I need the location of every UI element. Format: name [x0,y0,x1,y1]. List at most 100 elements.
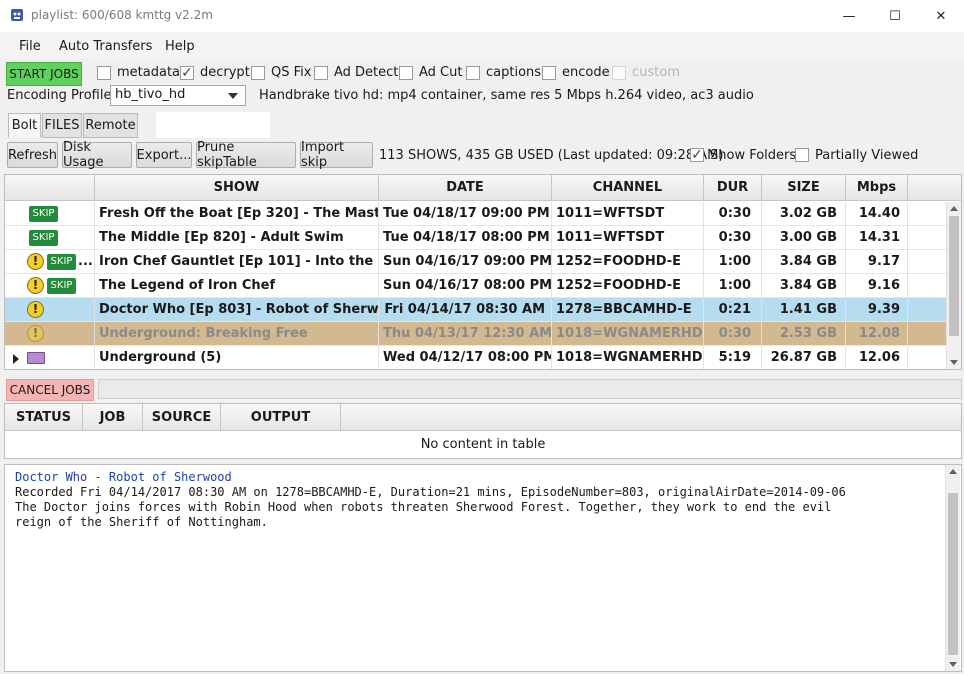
menu-help[interactable]: Help [165,39,195,54]
encode-label: encode [562,65,610,80]
encoding-profile-value: hb_tivo_hd [115,87,186,102]
close-button[interactable]: ✕ [918,0,964,32]
folder-icon [27,352,45,364]
shows-table-scrollbar[interactable] [946,202,961,369]
table-row-selected[interactable]: ! Doctor Who [Ep 803] - Robot of Sherwoo… [5,298,947,322]
checkmark-icon: ✓ [181,65,193,81]
shows-status-text: 113 SHOWS, 435 GB USED (Last updated: 09… [379,148,724,163]
ad-detect-checkbox[interactable] [314,66,328,80]
date-cell: Thu 04/13/17 12:30 AM [379,322,552,346]
duration-cell: 5:19 [704,346,762,369]
table-row[interactable]: ! SKIP The Legend of Iron Chef Sun 04/16… [5,274,947,298]
column-header-date[interactable]: DATE [379,175,552,201]
date-cell: Sun 04/16/17 09:00 PM [379,250,552,274]
table-row[interactable]: ! SKIP ... Iron Chef Gauntlet [Ep 101] -… [5,250,947,274]
column-header-mbps[interactable]: Mbps [846,175,908,201]
column-header-dur[interactable]: DUR [704,175,762,201]
scroll-thumb[interactable] [949,216,959,336]
ad-detect-label: Ad Detect [334,65,399,80]
column-header-show[interactable]: SHOW [95,175,379,201]
duration-cell: 0:30 [704,202,762,226]
partially-viewed-checkbox[interactable] [795,148,809,162]
warning-icon: ! [27,253,44,270]
chevron-down-icon [228,93,238,99]
disk-usage-button[interactable]: Disk Usage [62,140,132,170]
skip-badge: SKIP [29,230,58,246]
shows-table: SHOW DATE CHANNEL DUR SIZE Mbps SKIP Fre… [4,174,962,370]
scroll-up-icon[interactable] [949,469,957,474]
encoding-profile-label: Encoding Profile: [7,88,116,103]
info-textarea-scrollbar[interactable] [945,465,960,671]
date-cell: Tue 04/18/17 09:00 PM [379,202,552,226]
title-bar: playlist: 600/608 kmttg v2.2m — ☐ ✕ [0,0,964,32]
tab-remote[interactable]: Remote [83,113,138,138]
qs-fix-checkbox[interactable] [251,66,265,80]
ad-cut-label: Ad Cut [419,65,463,80]
start-jobs-button[interactable]: START JOBS [6,62,82,86]
scroll-down-icon[interactable] [949,662,957,667]
minimize-button[interactable]: — [826,0,872,32]
show-info-textarea[interactable]: Doctor Who - Robot of Sherwood Recorded … [4,464,962,672]
menu-file[interactable]: File [19,39,41,54]
size-cell: 3.84 GB [762,250,846,274]
encoding-profile-select[interactable]: hb_tivo_hd [110,85,246,106]
show-cell: Doctor Who [Ep 803] - Robot of Sherwood [95,298,379,322]
column-header-channel[interactable]: CHANNEL [552,175,704,201]
maximize-icon: ☐ [889,8,901,24]
column-header-source[interactable]: SOURCE [143,404,221,431]
prune-skiptable-button[interactable]: Prune skipTable [196,140,296,170]
mbps-cell: 12.06 [846,346,908,369]
duration-cell: 1:00 [704,274,762,298]
show-info-title: Doctor Who - Robot of Sherwood [15,470,232,484]
column-header-icons[interactable] [5,175,95,201]
row-icons: SKIP [5,226,95,250]
duration-cell: 0:30 [704,226,762,250]
tab-bolt[interactable]: Bolt [8,113,41,138]
size-cell: 3.84 GB [762,274,846,298]
cancel-jobs-button[interactable]: CANCEL JOBS [6,379,94,401]
mbps-cell: 9.39 [846,298,908,322]
export-button[interactable]: Export... [136,142,192,168]
warning-icon: ! [27,325,44,342]
scroll-down-icon[interactable] [950,360,958,365]
table-row-folder[interactable]: Underground (5) Wed 04/12/17 08:00 PM 10… [5,346,947,369]
row-icons: ! [5,322,95,346]
column-header-output[interactable]: OUTPUT [221,404,341,431]
warning-icon: ! [27,277,44,294]
size-cell: 1.41 GB [762,298,846,322]
show-info-line: The Doctor joins forces with Robin Hood … [15,500,832,514]
tab-strip-blank-area [156,112,270,138]
encode-checkbox[interactable] [542,66,556,80]
import-skip-button[interactable]: Import skip [300,140,373,170]
app-tivo-icon [11,9,23,21]
tab-files[interactable]: FILES [42,113,82,138]
scroll-up-icon[interactable] [950,206,958,211]
column-header-job[interactable]: JOB [83,404,143,431]
show-info-line: reign of the Sheriff of Nottingham. [15,515,268,529]
show-cell: Underground: Breaking Free [95,322,379,346]
maximize-button[interactable]: ☐ [872,0,918,32]
size-cell: 3.02 GB [762,202,846,226]
channel-cell: 1011=WFTSDT [552,226,704,250]
refresh-button[interactable]: Refresh [7,142,58,168]
menu-auto-transfers[interactable]: Auto Transfers [59,39,152,54]
ad-cut-checkbox[interactable] [399,66,413,80]
table-row[interactable]: ! Underground: Breaking Free Thu 04/13/1… [5,322,947,346]
expand-arrow-icon[interactable] [13,354,19,364]
captions-checkbox[interactable] [466,66,480,80]
metadata-checkbox[interactable] [97,66,111,80]
minimize-icon: — [842,8,856,24]
table-row[interactable]: SKIP The Middle [Ep 820] - Adult Swim Tu… [5,226,947,250]
decrypt-label: decrypt [200,65,250,80]
column-header-status[interactable]: STATUS [5,404,83,431]
show-folders-checkbox[interactable]: ✓ [690,148,704,162]
skip-badge: SKIP [47,278,76,294]
table-row[interactable]: SKIP Fresh Off the Boat [Ep 320] - The M… [5,202,947,226]
scroll-thumb[interactable] [948,493,958,655]
decrypt-checkbox[interactable]: ✓ [180,66,194,80]
duration-cell: 0:30 [704,322,762,346]
close-icon: ✕ [935,8,947,24]
column-header-size[interactable]: SIZE [762,175,846,201]
row-icons: ! [5,298,95,322]
jobs-empty-message: No content in table [420,437,546,452]
